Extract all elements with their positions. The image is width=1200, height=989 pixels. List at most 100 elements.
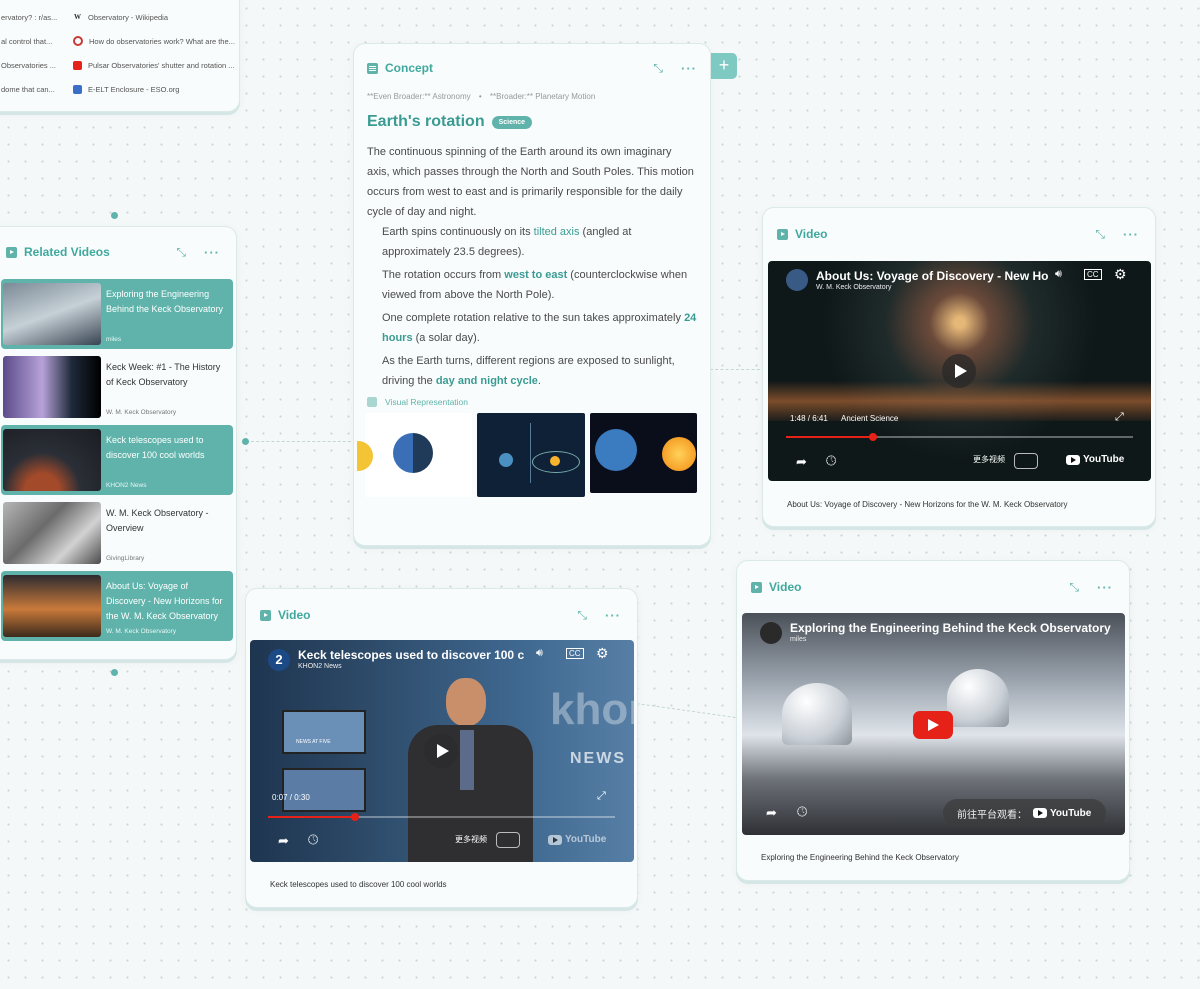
link-left-text[interactable]: dome that can... (1, 85, 61, 94)
visual-image-2[interactable] (477, 413, 585, 497)
list-item[interactable]: About Us: Voyage of Discovery - New Hori… (1, 571, 233, 641)
more-videos-thumbnail[interactable] (496, 832, 520, 848)
collapse-icon[interactable]: ⤡ (176, 245, 186, 260)
add-node-button[interactable]: + (711, 53, 737, 79)
share-icon[interactable]: ➦ (796, 454, 807, 470)
more-videos-thumbnail[interactable] (1014, 453, 1038, 469)
play-button[interactable] (942, 354, 976, 388)
link-left-text[interactable]: ervatory? : r/as... (1, 13, 61, 22)
news-background-text: NEWS (570, 750, 626, 767)
channel-name[interactable]: KHON2 News (298, 663, 342, 670)
chapter-label[interactable]: Ancient Science (841, 414, 898, 423)
captions-icon[interactable]: CC (566, 648, 584, 659)
video-player[interactable]: khon NEWS NEWS AT FIVE 2 Keck telescopes… (250, 640, 634, 862)
link-title[interactable]: Pulsar Observatories' shutter and rotati… (88, 61, 235, 70)
video-title[interactable]: About Us: Voyage of Discovery - New Ho (816, 269, 1048, 283)
youtube-logo[interactable]: YouTube (1066, 454, 1124, 465)
captions-icon[interactable]: CC (1084, 269, 1102, 280)
video-player[interactable]: Exploring the Engineering Behind the Kec… (742, 613, 1125, 835)
collapse-icon[interactable]: ⤡ (1095, 227, 1105, 242)
progress-handle[interactable] (350, 813, 359, 821)
watch-later-icon[interactable]: 🕓︎ (826, 453, 836, 469)
channel-name: KHON2 News (106, 482, 147, 489)
video-card: Video ⤡ ··· About Us: Voyage of Discover… (762, 207, 1156, 527)
collapse-icon[interactable]: ⤡ (1069, 580, 1079, 595)
play-button[interactable] (424, 734, 458, 768)
connector-line (710, 369, 765, 370)
breadcrumb: **Even Broader:** Astronomy • **Broader:… (367, 92, 596, 101)
video-icon (777, 228, 788, 240)
fullscreen-icon[interactable]: ⤢ (1115, 411, 1124, 424)
fullscreen-icon[interactable]: ⤢ (597, 790, 606, 803)
bullet-item: As the Earth turns, different regions ar… (382, 351, 697, 391)
more-options-icon[interactable]: ··· (1097, 580, 1113, 595)
link-row[interactable]: Observatories ... Pulsar Observatories' … (1, 53, 239, 77)
list-item[interactable]: Keck Week: #1 - The History of Keck Obse… (1, 352, 233, 422)
progress-bar[interactable] (268, 813, 615, 821)
related-videos-card: Related Videos ⤡ ··· Exploring the Engin… (0, 226, 237, 660)
collapse-icon[interactable]: ⤡ (577, 608, 587, 623)
connector-node[interactable] (242, 438, 249, 445)
more-videos-label[interactable]: 更多视频 (455, 834, 487, 845)
link-title[interactable]: How do observatories work? What are the.… (89, 37, 235, 46)
earth-shape (594, 429, 637, 471)
more-options-icon[interactable]: ··· (1123, 227, 1139, 242)
more-options-icon[interactable]: ··· (605, 608, 621, 623)
bullet-text: (a solar day). (412, 332, 480, 344)
more-options-icon[interactable]: ··· (681, 61, 697, 76)
share-icon[interactable]: ➦ (766, 805, 777, 821)
list-item[interactable]: W. M. Keck Observatory - Overview Giving… (1, 498, 233, 568)
channel-name: W. M. Keck Observatory (106, 409, 177, 416)
settings-icon[interactable]: ⚙ (1114, 266, 1127, 283)
link-left-text[interactable]: al control that... (1, 37, 61, 46)
quora-icon (73, 36, 83, 46)
video-thumbnail (3, 283, 101, 345)
video-card: Video ⤡ ··· Exploring the Engineering Be… (736, 560, 1130, 881)
highlight-link[interactable]: day and night cycle (436, 375, 538, 387)
youtube-logo-text: YouTube (1083, 454, 1125, 465)
channel-avatar (760, 622, 782, 644)
watch-later-icon[interactable]: 🕓︎ (797, 804, 807, 820)
bullet-text: One complete rotation relative to the su… (382, 312, 685, 324)
youtube-logo[interactable]: YouTube (548, 834, 606, 845)
channel-name[interactable]: miles (790, 636, 806, 643)
earth-shape (393, 433, 433, 473)
progress-handle[interactable] (868, 433, 877, 441)
highlight-link[interactable]: west to east (504, 269, 567, 281)
volume-icon[interactable]: 🔊︎ (1055, 268, 1062, 281)
channel-name: W. M. Keck Observatory (106, 628, 177, 635)
list-item[interactable]: Exploring the Engineering Behind the Kec… (1, 279, 233, 349)
anchor-head (446, 678, 486, 726)
breadcrumb-item[interactable]: **Broader:** Planetary Motion (490, 92, 595, 101)
link-row[interactable]: al control that... How do observatories … (1, 29, 239, 53)
visual-image-1[interactable] (357, 413, 473, 497)
link-title[interactable]: Observatory - Wikipedia (88, 13, 168, 22)
list-item[interactable]: Keck telescopes used to discover 100 coo… (1, 425, 233, 495)
watch-on-youtube-button[interactable]: 前往平台观看： YouTube (943, 799, 1106, 827)
link-row[interactable]: dome that can... E-ELT Enclosure - ESO.o… (1, 77, 239, 101)
video-title[interactable]: Exploring the Engineering Behind the Kec… (790, 621, 1111, 635)
sun-shape (357, 441, 373, 471)
concept-description: The continuous spinning of the Earth aro… (367, 146, 694, 218)
video-title: About Us: Voyage of Discovery - New Hori… (106, 581, 223, 621)
progress-bar[interactable] (786, 433, 1133, 441)
collapse-icon[interactable]: ⤡ (653, 61, 663, 76)
channel-name[interactable]: W. M. Keck Observatory (816, 284, 891, 291)
breadcrumb-item[interactable]: **Even Broader:** Astronomy (367, 92, 471, 101)
share-icon[interactable]: ➦ (278, 833, 289, 849)
link-title[interactable]: E-ELT Enclosure - ESO.org (88, 85, 179, 94)
connector-node[interactable] (111, 212, 118, 219)
watch-later-icon[interactable]: 🕓︎ (308, 832, 318, 848)
link-row[interactable]: ervatory? : r/as... W Observatory - Wikip… (1, 5, 239, 29)
youtube-play-button[interactable] (913, 711, 953, 739)
highlight-link[interactable]: tilted axis (534, 226, 580, 238)
connector-node[interactable] (111, 669, 118, 676)
visual-image-3[interactable] (589, 413, 697, 493)
link-left-text[interactable]: Observatories ... (1, 61, 61, 70)
settings-icon[interactable]: ⚙ (596, 645, 609, 662)
more-videos-label[interactable]: 更多视频 (973, 454, 1005, 465)
video-title[interactable]: Keck telescopes used to discover 100 c (298, 648, 524, 662)
more-options-icon[interactable]: ··· (204, 245, 220, 260)
video-player[interactable]: About Us: Voyage of Discovery - New Ho W… (768, 261, 1151, 481)
volume-icon[interactable]: 🔊︎ (536, 647, 543, 660)
